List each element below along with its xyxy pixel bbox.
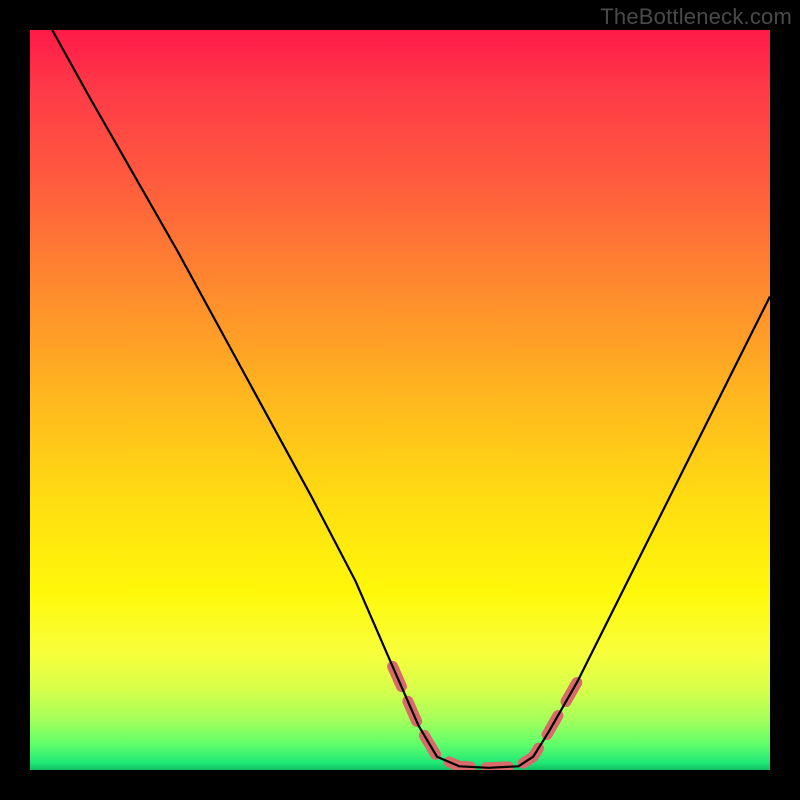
chart-frame: TheBottleneck.com — [0, 0, 800, 800]
plot-area — [30, 30, 770, 770]
chart-svg — [30, 30, 770, 770]
bottleneck-curve — [30, 30, 770, 768]
highlight-curve — [393, 666, 578, 767]
watermark-text: TheBottleneck.com — [600, 4, 792, 30]
